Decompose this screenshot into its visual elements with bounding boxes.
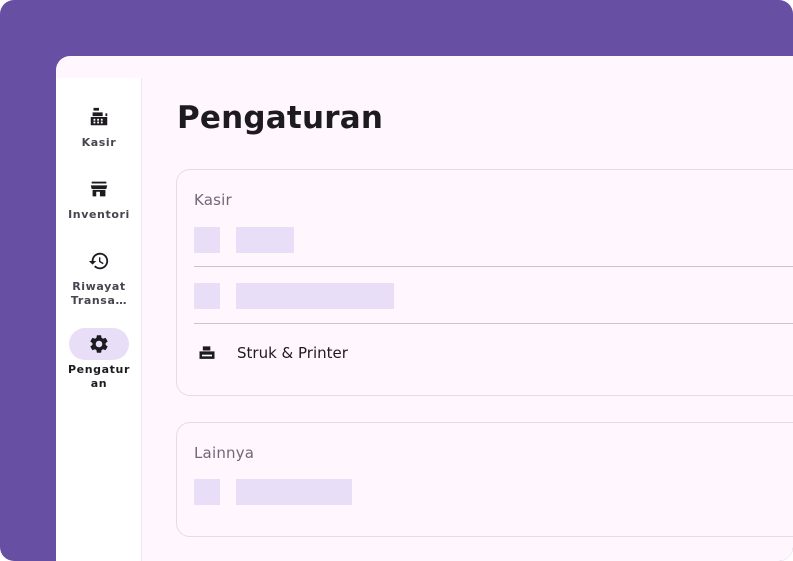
nav-label-pengaturan: Pengaturan [68,363,130,390]
nav-item-inventori[interactable]: Inventori [56,173,142,222]
placeholder-icon [194,227,220,253]
placeholder-label [236,283,394,309]
placeholder-label [236,479,352,505]
settings-row[interactable] [194,464,793,520]
nav-label-kasir: Kasir [81,136,117,149]
app-window: Kasir Inventori Riwayat Transa… Pengatur… [56,56,793,561]
store-icon [69,173,129,205]
settings-section-lainnya: Lainnya [176,422,793,537]
placeholder-icon [194,283,220,309]
navigation-rail: Kasir Inventori Riwayat Transa… Pengatur… [56,78,142,561]
page-title: Pengaturan [177,100,384,136]
settings-row-struk-printer[interactable]: Struk & Printer [194,325,793,381]
nav-item-riwayat-transaksi[interactable]: Riwayat Transa… [56,245,142,308]
settings-section-kasir: Kasir Struk & Printer [176,169,793,396]
cash-register-icon [69,101,129,133]
row-label: Struk & Printer [237,344,348,362]
placeholder-label [236,227,294,253]
section-title: Lainnya [194,444,255,462]
nav-item-kasir[interactable]: Kasir [56,101,142,150]
nav-item-pengaturan[interactable]: Pengaturan [56,328,142,391]
nav-label-riwayat-transaksi: Riwayat Transa… [70,280,128,307]
settings-row[interactable] [194,211,793,267]
placeholder-icon [194,479,220,505]
printer-icon [197,343,217,363]
gear-icon [69,328,129,360]
history-icon [69,245,129,277]
nav-label-inventori: Inventori [68,208,130,221]
app-background: Kasir Inventori Riwayat Transa… Pengatur… [0,0,793,561]
settings-row[interactable] [194,268,793,324]
section-title: Kasir [194,191,232,209]
